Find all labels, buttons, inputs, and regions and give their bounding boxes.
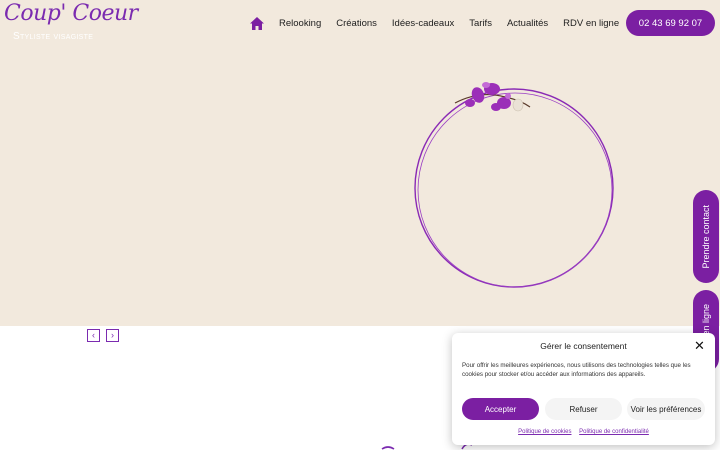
nav-item-actualites[interactable]: Actualités bbox=[507, 18, 548, 29]
accept-button[interactable]: Accepter bbox=[462, 398, 539, 420]
side-tab-contact[interactable]: Prendre contact bbox=[693, 190, 719, 283]
home-icon[interactable] bbox=[250, 16, 264, 30]
logo[interactable]: Coup' Coeur Styliste visagiste bbox=[4, 1, 138, 43]
site-header: Coup' Coeur Styliste visagiste Relooking… bbox=[0, 0, 720, 45]
nav-item-relooking[interactable]: Relooking bbox=[279, 18, 321, 29]
consent-title: Gérer le consentement bbox=[540, 341, 627, 351]
privacy-policy-link[interactable]: Politique de confidentialité bbox=[579, 429, 649, 435]
refuse-button[interactable]: Refuser bbox=[545, 398, 622, 420]
consent-links: Politique de cookies Politique de confid… bbox=[452, 429, 715, 435]
slider-prev-button[interactable]: ‹ bbox=[87, 329, 100, 342]
orchid-circle-illustration bbox=[414, 82, 614, 288]
cookie-policy-link[interactable]: Politique de cookies bbox=[518, 429, 571, 435]
hero-slider bbox=[0, 45, 720, 326]
nav-item-rdv-en-ligne[interactable]: RDV en ligne bbox=[563, 18, 619, 29]
preferences-button[interactable]: Voir les préférences bbox=[627, 398, 705, 420]
logo-text: Coup' Coeur bbox=[4, 1, 138, 26]
slider-next-button[interactable]: › bbox=[106, 329, 119, 342]
main-nav: Relooking Créations Idées-cadeaux Tarifs… bbox=[250, 13, 634, 33]
consent-description: Pour offrir les meilleures expériences, … bbox=[462, 362, 691, 378]
nav-item-creations[interactable]: Créations bbox=[336, 18, 377, 29]
side-tab-contact-label: Prendre contact bbox=[701, 204, 711, 269]
close-icon[interactable]: ✕ bbox=[694, 339, 705, 352]
phone-button[interactable]: 02 43 69 92 07 bbox=[626, 10, 715, 36]
logo-tagline: Styliste visagiste bbox=[13, 31, 94, 42]
cookie-consent-modal: Gérer le consentement ✕ Pour offrir les … bbox=[452, 333, 715, 445]
nav-item-tarifs[interactable]: Tarifs bbox=[469, 18, 492, 29]
nav-item-idees-cadeaux[interactable]: Idées-cadeaux bbox=[392, 18, 454, 29]
